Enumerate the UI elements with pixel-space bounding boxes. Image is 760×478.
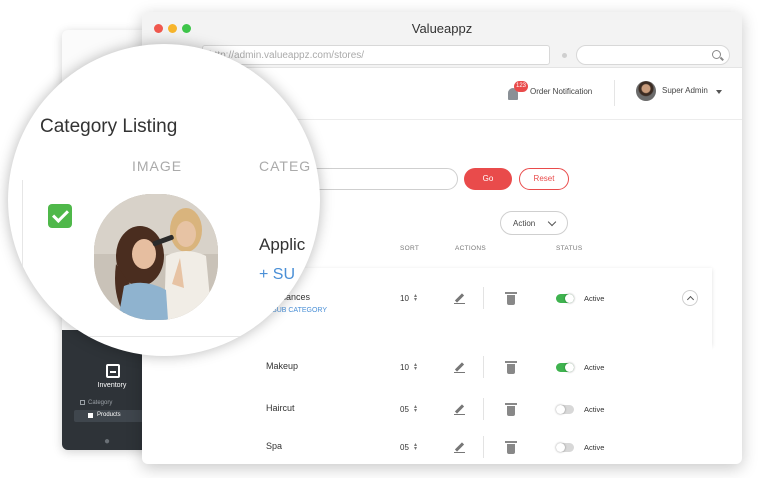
- col-header-sort: SORT: [400, 245, 420, 252]
- sort-stepper-icon[interactable]: ▴ ▾: [414, 404, 417, 414]
- edit-icon[interactable]: [454, 442, 465, 453]
- action-dropdown[interactable]: Action: [500, 211, 568, 235]
- col-header-category: CATEG: [259, 158, 312, 174]
- notification-badge: 123: [514, 81, 529, 92]
- trash-icon[interactable]: [505, 403, 517, 416]
- dot-icon: [562, 53, 567, 58]
- sort-value[interactable]: 10: [400, 363, 409, 372]
- category-icon: [80, 400, 85, 405]
- sort-value[interactable]: 10: [400, 294, 409, 303]
- add-sub-category-link[interactable]: + SU: [259, 266, 295, 284]
- status-label: Active: [584, 405, 605, 414]
- order-notification-link[interactable]: Order Notification: [530, 87, 592, 96]
- trash-icon[interactable]: [505, 292, 517, 305]
- category-name[interactable]: Applic: [259, 235, 305, 255]
- search-icon: [712, 50, 721, 59]
- sort-stepper-icon[interactable]: ▴ ▾: [414, 293, 417, 303]
- status-toggle[interactable]: [556, 294, 574, 303]
- products-icon: [88, 413, 93, 418]
- edit-icon[interactable]: [454, 404, 465, 415]
- url-bar[interactable]: http://admin.valueappz.com/stores/: [202, 45, 550, 65]
- status-toggle[interactable]: [556, 405, 574, 414]
- header-divider: [614, 80, 615, 106]
- sort-stepper-icon[interactable]: ▴ ▾: [414, 442, 417, 452]
- actions-divider: [483, 287, 484, 309]
- status-toggle[interactable]: [556, 443, 574, 452]
- window-title: Valueappz: [411, 21, 473, 36]
- table-row: Spa 05 ▴ ▾ Active: [152, 430, 712, 464]
- sidebar-item-category[interactable]: Category: [88, 400, 112, 406]
- category-name[interactable]: Makeup: [266, 361, 298, 371]
- category-name[interactable]: Spa: [266, 441, 282, 451]
- browser-search-field[interactable]: [576, 45, 730, 65]
- status-label: Active: [584, 443, 605, 452]
- cluster-icon[interactable]: ●: [104, 436, 116, 448]
- hair-salon-photo: [94, 194, 218, 320]
- col-header-image: IMAGE: [132, 158, 183, 174]
- sort-value[interactable]: 05: [400, 405, 409, 414]
- sidebar-item-products-label: Products: [97, 412, 121, 418]
- category-name[interactable]: Haircut: [266, 403, 295, 413]
- reset-button[interactable]: Reset: [519, 168, 569, 190]
- sort-value[interactable]: 05: [400, 443, 409, 452]
- avatar[interactable]: [636, 81, 656, 101]
- go-button[interactable]: Go: [464, 168, 512, 190]
- actions-divider: [483, 356, 484, 378]
- chevron-down-icon: [547, 217, 557, 227]
- page-title: Category Listing: [40, 116, 178, 137]
- action-dropdown-label: Action: [513, 219, 536, 228]
- trash-icon[interactable]: [505, 441, 517, 454]
- table-row: Haircut 05 ▴ ▾ Active: [152, 388, 712, 430]
- col-header-actions: ACTIONS: [455, 245, 486, 252]
- actions-divider: [483, 436, 484, 458]
- titlebar: Valueappz: [142, 12, 742, 42]
- zoom-magnifier: Category Listing IMAGE CATEG Applic + SU: [8, 44, 320, 356]
- row-checkbox[interactable]: [48, 204, 72, 228]
- col-header-status: STATUS: [556, 245, 583, 252]
- status-label: Active: [584, 363, 605, 372]
- caret-down-icon[interactable]: [716, 90, 722, 94]
- actions-divider: [483, 398, 484, 420]
- edit-icon[interactable]: [454, 293, 465, 304]
- status-toggle[interactable]: [556, 363, 574, 372]
- collapse-chevron-up-icon[interactable]: [682, 290, 698, 306]
- inventory-icon: [106, 364, 120, 378]
- trash-icon[interactable]: [505, 361, 517, 374]
- edit-icon[interactable]: [454, 362, 465, 373]
- user-name[interactable]: Super Admin: [662, 86, 708, 95]
- sort-stepper-icon[interactable]: ▴ ▾: [414, 362, 417, 372]
- category-image: [94, 194, 218, 320]
- table-row: Makeup 10 ▴ ▾ Active: [152, 346, 712, 388]
- status-label: Active: [584, 294, 605, 303]
